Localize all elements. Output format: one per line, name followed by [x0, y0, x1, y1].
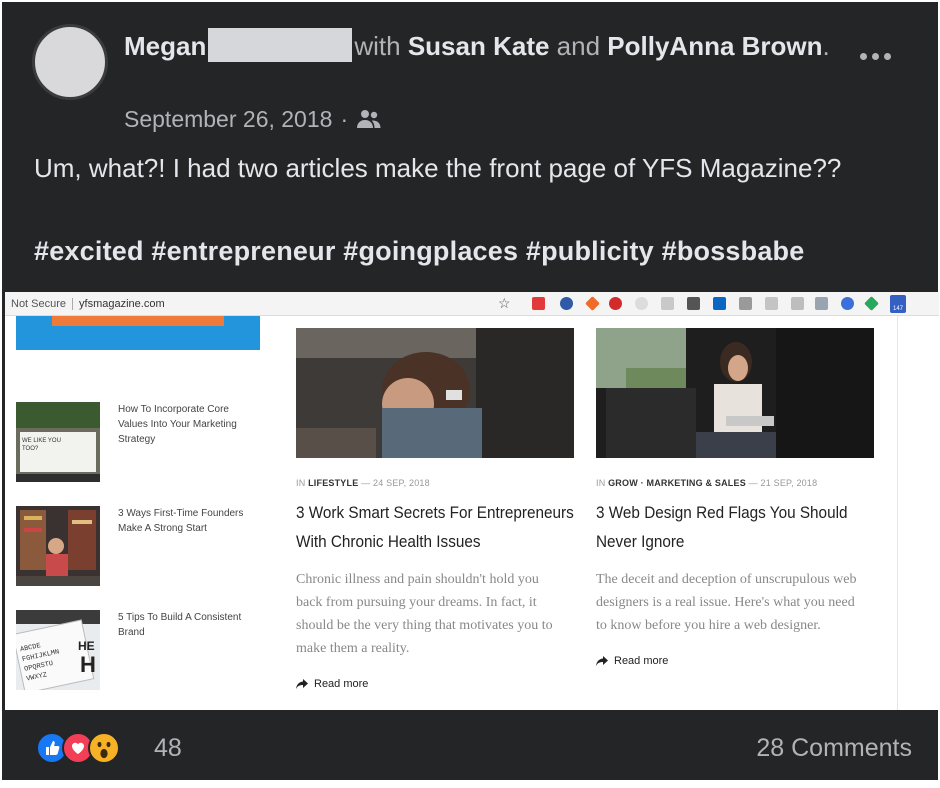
- in-label: IN: [296, 478, 306, 488]
- meta-separator: ·: [340, 106, 349, 132]
- read-more-label[interactable]: Read more: [314, 678, 368, 690]
- and-text: and: [556, 31, 601, 61]
- article-category: IN GROW · MARKETING & SALES — 21 SEP, 20…: [596, 478, 876, 488]
- extension-icon: [765, 297, 778, 310]
- dot-icon: [859, 52, 867, 60]
- article-image[interactable]: [296, 328, 574, 458]
- divider: [72, 297, 74, 310]
- security-label: Not Secure: [11, 297, 67, 310]
- sidebar-article[interactable]: 3 Ways First-Time Founders Make A Strong…: [16, 506, 266, 592]
- sidebar-article-title[interactable]: 3 Ways First-Time Founders Make A Strong…: [118, 506, 258, 536]
- friends-icon[interactable]: [356, 109, 382, 129]
- post-header: Megan with Susan Kate and PollyAnna Brown…: [124, 28, 844, 64]
- ad-banner: [16, 316, 260, 350]
- tagged-user-1[interactable]: Susan Kate: [408, 31, 550, 61]
- article-card[interactable]: IN LIFESTYLE — 24 SEP, 2018 3 Work Smart…: [296, 328, 576, 690]
- facebook-post: Megan with Susan Kate and PollyAnna Brown…: [0, 0, 940, 782]
- divider: [897, 316, 898, 710]
- extension-icon: [739, 297, 752, 310]
- redacted-name: [208, 28, 353, 62]
- pinterest-icon: [609, 297, 622, 310]
- sidebar-article-title[interactable]: 5 Tips To Build A Consistent Brand: [118, 610, 258, 640]
- sidebar-article[interactable]: WE LIKE YOU TOO? How To Incorporate Core…: [16, 402, 266, 488]
- category-link[interactable]: LIFESTYLE: [308, 478, 358, 488]
- read-more-label[interactable]: Read more: [614, 655, 668, 667]
- article-excerpt: Chronic illness and pain shouldn't hold …: [296, 572, 553, 656]
- sidebar-article[interactable]: ABCDE FGHIJKLMN OPQRSTU VWXYZ HE H 5 Tip…: [16, 610, 266, 696]
- tagged-user-2[interactable]: PollyAnna Brown: [607, 31, 822, 61]
- article-excerpt: The deceit and deception of unscrupulous…: [596, 572, 857, 633]
- share-arrow-icon: [596, 656, 608, 666]
- bookmark-star-icon: ☆: [498, 295, 511, 311]
- extension-badge-icon: 147: [890, 295, 906, 313]
- article-title[interactable]: 3 Web Design Red Flags You Should Never …: [596, 498, 875, 556]
- svg-text:TOO?: TOO?: [22, 446, 39, 452]
- extension-icon: [661, 297, 674, 310]
- linkedin-icon: [713, 297, 726, 310]
- extension-icon: [532, 297, 545, 310]
- sidebar-article-title[interactable]: How To Incorporate Core Values Into Your…: [118, 402, 258, 447]
- extension-icon: [815, 297, 828, 310]
- post-image[interactable]: Not Secure yfsmagazine.com ☆ 147 WE LIKE…: [5, 292, 939, 710]
- svg-text:H: H: [80, 652, 96, 677]
- extension-icon: [841, 297, 854, 310]
- share-arrow-icon: [296, 679, 308, 689]
- banner-button: [52, 316, 224, 326]
- article-title[interactable]: 3 Work Smart Secrets For Entrepreneurs W…: [296, 498, 575, 556]
- with-text: with: [354, 31, 401, 61]
- author-name[interactable]: Megan: [124, 31, 206, 61]
- wow-icon: [88, 732, 120, 764]
- read-more-link[interactable]: Read more: [596, 655, 876, 667]
- period: .: [822, 31, 830, 61]
- post-body: Um, what?! I had two articles make the f…: [34, 153, 842, 183]
- article-date: — 24 SEP, 2018: [361, 478, 430, 488]
- read-more-link[interactable]: Read more: [296, 678, 576, 690]
- article-date: — 21 SEP, 2018: [748, 478, 818, 488]
- post-date[interactable]: September 26, 2018: [124, 104, 332, 134]
- reactions[interactable]: [36, 732, 120, 764]
- comments-link[interactable]: 28 Comments: [756, 734, 912, 763]
- article-category: IN LIFESTYLE — 24 SEP, 2018: [296, 478, 576, 488]
- article-thumbnail: [16, 506, 100, 586]
- post-footer: 48 28 Comments: [2, 710, 940, 784]
- dot-icon: [883, 52, 891, 60]
- dot-icon: [871, 52, 879, 60]
- extension-icon: [635, 297, 648, 310]
- reaction-count[interactable]: 48: [154, 734, 182, 763]
- svg-text:HE: HE: [78, 639, 95, 653]
- hashtags[interactable]: #excited #entrepreneur #goingplaces #pub…: [34, 236, 804, 267]
- more-options-button[interactable]: [858, 46, 892, 66]
- extension-icon: [560, 297, 573, 310]
- article-image[interactable]: [596, 328, 874, 458]
- post-meta: September 26, 2018 ·: [124, 104, 382, 134]
- extension-icon: [791, 297, 804, 310]
- extension-icon: [687, 297, 700, 310]
- article-card[interactable]: IN GROW · MARKETING & SALES — 21 SEP, 20…: [596, 328, 876, 667]
- article-thumbnail: ABCDE FGHIJKLMN OPQRSTU VWXYZ HE H: [16, 610, 100, 690]
- avatar[interactable]: [32, 24, 108, 100]
- category-link[interactable]: GROW · MARKETING & SALES: [608, 478, 746, 488]
- url-text: yfsmagazine.com: [79, 297, 165, 310]
- svg-text:WE LIKE YOU: WE LIKE YOU: [22, 438, 61, 444]
- in-label: IN: [596, 478, 606, 488]
- article-thumbnail: WE LIKE YOU TOO?: [16, 402, 100, 482]
